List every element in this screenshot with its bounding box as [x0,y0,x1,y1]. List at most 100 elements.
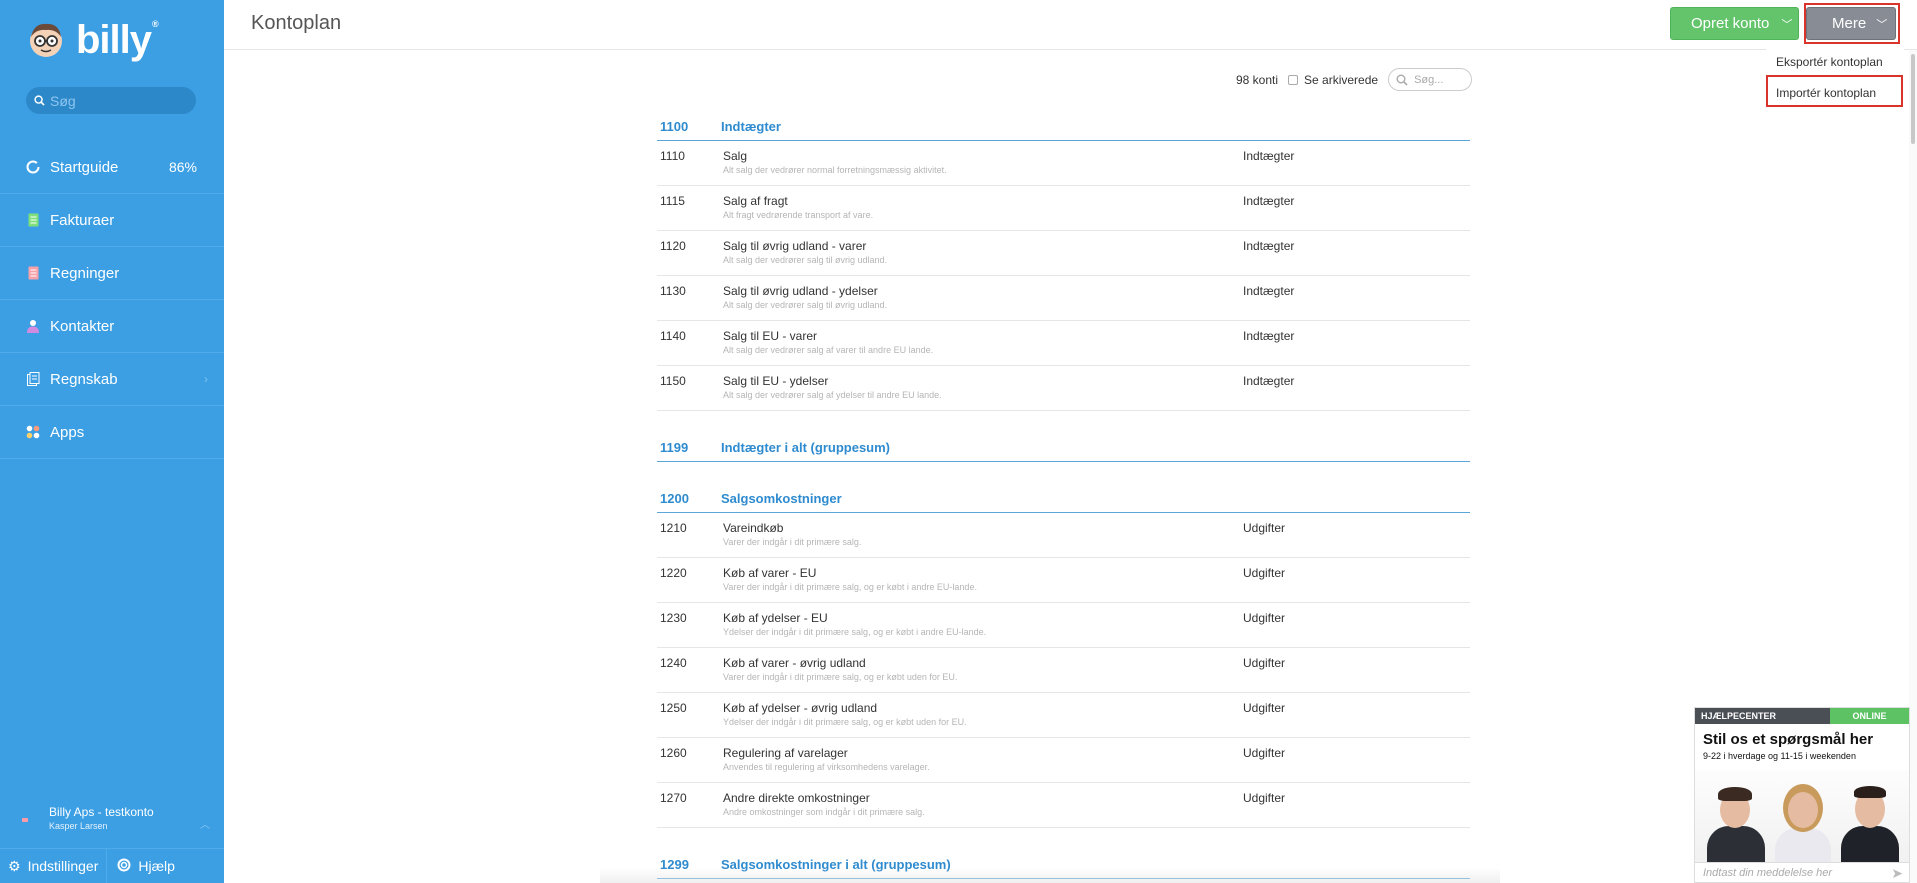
sidebar-item-regnskab[interactable]: Regnskab › [0,353,224,406]
account-type: Udgifter [1243,566,1286,580]
account-number: 1115 [660,194,685,208]
group-number: 1199 [660,440,689,455]
menu-item-export[interactable]: Eksportér kontoplan [1766,46,1904,77]
show-archived-checkbox[interactable] [1288,74,1299,85]
account-type: Indtægter [1243,284,1295,298]
account-name: Billy Aps - testkonto [49,805,154,819]
sidebar-search-input[interactable] [50,92,180,109]
sidebar-bottom-bar: ⚙ Indstillinger Hjælp [0,848,224,883]
account-switcher[interactable]: Billy Aps - testkonto Kasper Larsen ︿ [0,800,224,838]
table-row[interactable]: 1250 Køb af ydelser - øvrig udland Ydelser… [657,693,1470,738]
account-number: 1250 [660,701,687,715]
send-icon[interactable]: ➤ [1891,865,1903,882]
account-type: Udgifter [1243,701,1286,715]
sidebar-item-label: Kontakter [50,317,115,335]
gear-icon: ⚙ [8,857,21,874]
settings-button[interactable]: ⚙ Indstillinger [0,849,98,883]
account-number: 1140 [660,329,686,343]
help-widget-hours: 9-22 i hverdage og 11-15 i weekenden [1703,751,1856,761]
table-row[interactable]: 1230 Køb af ydelser - EU Ydelser der indgå… [657,603,1470,648]
sidebar: billy® Startguide 86% Fakturaer Regning [0,0,224,883]
create-account-button[interactable]: Opret konto ﹀ [1670,7,1799,40]
table-row[interactable]: 1150 Salg til EU - ydelser Alt salg der ve… [657,366,1470,411]
account-type: Udgifter [1243,611,1286,625]
online-status-badge: ONLINE [1830,708,1909,724]
account-name: Regulering af varelager [723,746,848,760]
list-search[interactable] [1388,68,1473,91]
group-header[interactable]: 1200 Salgsomkostninger [657,485,1470,513]
account-number: 1240 [660,656,687,670]
sidebar-search[interactable] [26,87,196,114]
sidebar-item-kontakter[interactable]: Kontakter [0,300,224,353]
lifebuoy-icon [117,858,131,875]
support-person [1773,770,1833,862]
account-number: 1150 [660,374,686,388]
sidebar-nav: Startguide 86% Fakturaer Regninger Konta… [0,141,224,459]
help-button[interactable]: Hjælp [106,848,175,883]
billy-logo[interactable]: billy® [26,18,159,62]
help-center-label: HJÆLPECENTER [1695,708,1830,724]
account-name: Salg af fragt [723,194,788,208]
sidebar-item-fakturaer[interactable]: Fakturaer [0,194,224,247]
account-type: Udgifter [1243,791,1286,805]
account-number: 1230 [660,611,687,625]
progress-ring-icon [26,160,40,174]
help-center-widget[interactable]: HJÆLPECENTER ONLINE Stil os et spørgsmål… [1694,707,1910,883]
account-description: Varer der indgår i dit primære salg, og … [723,582,977,592]
logo-text: billy® [76,18,159,62]
account-description: Alt salg der vedrører salg til øvrig udl… [723,300,888,310]
table-row[interactable]: 1240 Køb af varer - øvrig udland Varer der… [657,648,1470,693]
sidebar-item-label: Apps [50,423,85,441]
account-description: Andre omkostninger som indgår i dit prim… [723,807,925,817]
group-number: 1100 [660,119,689,134]
show-archived-label[interactable]: Se arkiverede [1304,73,1378,87]
account-number: 1210 [660,521,687,535]
account-name: Salg til EU - varer [723,329,818,343]
table-row[interactable]: 1130 Salg til øvrig udland - ydelser Alt s… [657,276,1470,321]
highlight-frame [1804,3,1900,44]
settings-label: Indstillinger [27,858,99,874]
table-row[interactable]: 1220 Køb af varer - EU Varer der indgår i … [657,558,1470,603]
group-header[interactable]: 1100 Indtægter [657,113,1470,141]
table-row[interactable]: 1115 Salg af fragt Alt fragt vedrørende tr… [657,186,1470,231]
sidebar-item-label: Regnskab [50,370,118,388]
support-person [1705,770,1767,862]
table-row[interactable]: 1140 Salg til EU - varer Alt salg der vedr… [657,321,1470,366]
sidebar-item-apps[interactable]: Apps [0,406,224,459]
account-name: Andre direkte omkostninger [723,791,870,805]
sidebar-item-label: Fakturaer [50,211,115,229]
sidebar-item-label: Startguide [50,158,119,176]
help-label: Hjælp [138,858,175,874]
account-name: Vareindkøb [723,521,784,535]
account-description: Alt salg der vedrører salg til øvrig udl… [723,255,888,265]
table-row[interactable]: 1120 Salg til øvrig udland - varer Alt sal… [657,231,1470,276]
account-number: 1260 [660,746,687,760]
help-message-input[interactable] [1703,866,1873,879]
group-name: Indtægter i alt (gruppesum) [721,440,890,455]
account-type: Indtægter [1243,329,1295,343]
scrollbar-thumb[interactable] [1911,54,1915,144]
scroll-fade [600,868,1500,883]
table-row[interactable]: 1110 Salg Alt salg der vedrører normal for… [657,141,1470,186]
sidebar-item-regninger[interactable]: Regninger [0,247,224,300]
sidebar-item-startguide[interactable]: Startguide 86% [0,141,224,194]
account-user: Kasper Larsen [49,821,108,831]
account-type: Indtægter [1243,194,1295,208]
table-row[interactable]: 1260 Regulering af varelager Anvendes til … [657,738,1470,783]
table-row[interactable]: 1210 Vareindkøb Varer der indgår i dit pri… [657,513,1470,558]
scrollbar-track[interactable] [1909,50,1917,883]
help-message-field[interactable]: ➤ [1695,862,1909,882]
account-type: Indtægter [1243,149,1295,163]
table-row[interactable]: 1270 Andre direkte omkostninger Andre omko… [657,783,1470,828]
search-icon [1396,74,1408,86]
startguide-progress: 86% [168,159,197,175]
group-sum-header[interactable]: 1199 Indtægter i alt (gruppesum) [657,434,1470,462]
apps-icon [26,425,40,439]
list-search-input[interactable] [1414,73,1469,86]
help-widget-header: HJÆLPECENTER ONLINE [1695,708,1909,724]
contact-person-icon [26,319,40,333]
account-type: Udgifter [1243,746,1286,760]
account-type: Indtægter [1243,239,1295,253]
